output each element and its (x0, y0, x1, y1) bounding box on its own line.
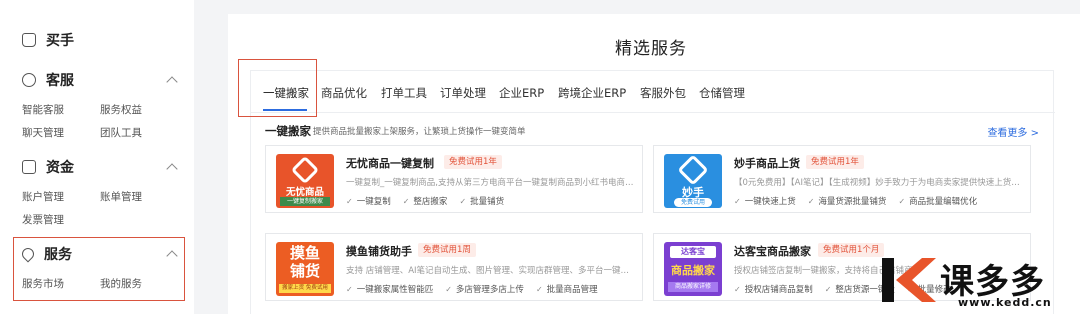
sidebar-item-team-tools[interactable]: 团队工具 (100, 125, 142, 140)
sidebar-section-buyer[interactable]: 买手 (22, 30, 74, 50)
service-name[interactable]: 达客宝商品搬家 (734, 243, 811, 259)
service-logo: 达客宝 商品搬家 商品搬家详修 (664, 242, 722, 296)
sidebar-item-smart-cs[interactable]: 智能客服 (22, 102, 64, 117)
service-card[interactable]: 无忧商品 一键复制搬家 无忧商品一键复制 免费试用1年 一键复制_一键复制商品,… (265, 145, 643, 213)
service-card[interactable]: 妙手 免费试用 妙手商品上货 免费试用1年 【0元免费用】【AI笔记】【生成视频… (653, 145, 1031, 213)
feature-list: 一键复制 整店搬家 批量铺货 (346, 195, 516, 207)
service-logo: 摸鱼 铺货 搬家上货 免费试用 (276, 242, 334, 296)
service-description: 一键复制_一键复制商品,支持从第三方电商平台一键复制商品到小红书电商平台,... (346, 178, 634, 188)
tab-bar: 一键搬家 商品优化 打单工具 订单处理 企业ERP 跨境企业ERP 客服外包 仓… (251, 71, 1055, 113)
feature-item: 批量铺货 (459, 195, 504, 207)
feature-list: 一键快速上货 海量货源批量铺货 商品批量编辑优化 (734, 195, 989, 207)
feature-item: 一键搬家属性智能匹 (346, 283, 434, 295)
service-name[interactable]: 无忧商品一键复制 (346, 155, 434, 171)
watermark-url: www.kedd.cn (958, 296, 1052, 309)
sidebar-item-invoice-management[interactable]: 发票管理 (22, 212, 64, 227)
sidebar: 买手 客服 智能客服 服务权益 聊天管理 团队工具 资金 账户管理 账单管理 发… (0, 0, 194, 314)
tab-print-tools[interactable]: 打单工具 (381, 85, 427, 101)
view-more-link[interactable]: 查看更多 > (987, 124, 1039, 139)
section-title: 一键搬家 (265, 124, 311, 138)
service-description: 【0元免费用】【AI笔记】【生成视频】妙手致力于为电商卖家提供快速上货、店... (734, 178, 1022, 188)
diamond-icon (19, 245, 37, 263)
sidebar-item-my-services[interactable]: 我的服务 (100, 276, 142, 291)
trial-badge: 免费试用1年 (806, 155, 864, 169)
tab-cs-outsourcing[interactable]: 客服外包 (640, 85, 686, 101)
sidebar-item-bill-management[interactable]: 账单管理 (100, 189, 142, 204)
wallet-icon (22, 160, 36, 174)
sidebar-section-funds[interactable]: 资金 (22, 157, 74, 177)
service-card[interactable]: 摸鱼 铺货 搬家上货 免费试用 摸鱼铺货助手 免费试用1周 支持 店铺管理、AI… (265, 233, 643, 301)
tab-product-optimization[interactable]: 商品优化 (321, 85, 367, 101)
highlight-box-tab (238, 59, 317, 117)
service-logo: 无忧商品 一键复制搬家 (276, 154, 334, 208)
brand-logo-icon (882, 258, 936, 302)
sidebar-section-services[interactable]: 服务 (19, 244, 72, 264)
feature-item: 授权店铺商品复制 (734, 283, 813, 295)
sidebar-section-label: 资金 (46, 160, 74, 176)
sidebar-item-account-management[interactable]: 账户管理 (22, 189, 64, 204)
service-description: 支持 店铺管理、AI笔记自动生成、图片管理、实现店群管理、多平台一键上货到... (346, 266, 634, 276)
sidebar-section-label: 买手 (46, 33, 74, 49)
service-name[interactable]: 摸鱼铺货助手 (346, 243, 412, 259)
chat-icon (22, 73, 36, 87)
feature-item: 批量商品管理 (536, 283, 598, 295)
service-name[interactable]: 妙手商品上货 (734, 155, 800, 171)
trial-badge: 免费试用1周 (418, 243, 476, 257)
lock-bag-icon (22, 33, 36, 47)
trial-badge: 免费试用1个月 (818, 243, 885, 257)
feature-list: 一键搬家属性智能匹 多店管理多店上传 批量商品管理 (346, 283, 610, 295)
tab-enterprise-erp[interactable]: 企业ERP (499, 85, 544, 101)
sidebar-item-service-market[interactable]: 服务市场 (22, 276, 64, 291)
feature-item: 一键复制 (346, 195, 391, 207)
watermark: 课多多 www.kedd.cn (878, 252, 1080, 314)
tab-order-processing[interactable]: 订单处理 (440, 85, 486, 101)
section-description: 提供商品批量搬家上架服务，让繁琐上货操作一键变简单 (313, 127, 526, 137)
feature-item: 一键快速上货 (734, 195, 796, 207)
feature-item: 多店管理多店上传 (445, 283, 524, 295)
sidebar-item-service-rights[interactable]: 服务权益 (100, 102, 142, 117)
chevron-up-icon[interactable] (166, 76, 178, 88)
sidebar-section-label: 服务 (44, 247, 72, 263)
sidebar-section-label: 客服 (46, 73, 74, 89)
sidebar-item-chat-management[interactable]: 聊天管理 (22, 125, 64, 140)
tab-warehouse-management[interactable]: 仓储管理 (699, 85, 745, 101)
feature-item: 商品批量编辑优化 (898, 195, 977, 207)
service-logo: 妙手 免费试用 (664, 154, 722, 208)
trial-badge: 免费试用1年 (444, 155, 502, 169)
chevron-up-icon[interactable] (166, 163, 178, 175)
sidebar-section-customer-service[interactable]: 客服 (22, 70, 74, 90)
page-title: 精选服务 (615, 39, 687, 59)
tab-cross-border-erp[interactable]: 跨境企业ERP (558, 85, 626, 101)
feature-item: 海量货源批量铺货 (808, 195, 886, 207)
feature-item: 整店搬家 (403, 195, 447, 207)
